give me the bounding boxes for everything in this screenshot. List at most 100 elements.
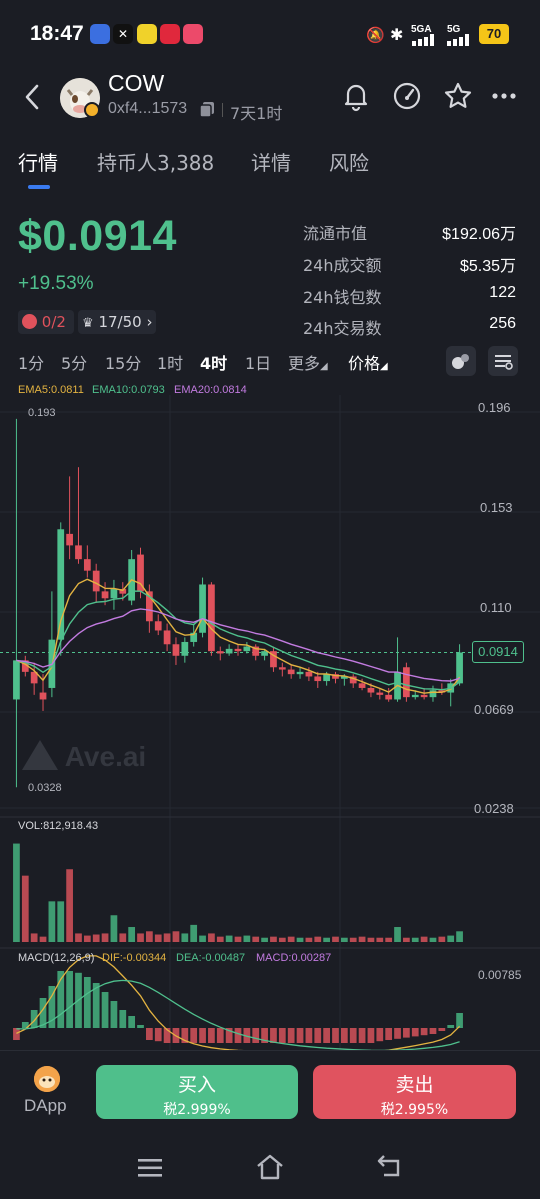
volume-bar	[270, 936, 277, 942]
candle-body	[225, 648, 233, 654]
buy-button[interactable]: 买入 税2.999%	[96, 1065, 298, 1119]
volume-bar	[75, 933, 82, 942]
dapp-icon[interactable]	[34, 1066, 60, 1092]
chevron-right-icon: ›	[146, 313, 153, 331]
volume-bar	[199, 935, 206, 942]
volume-bar	[137, 933, 144, 942]
crown-chip[interactable]: ♛ 17/50 ›	[78, 310, 156, 334]
interval-1h[interactable]: 1时	[157, 350, 183, 374]
app-notification-icon	[160, 24, 180, 44]
macd-bar	[403, 1028, 410, 1038]
volume-bar	[287, 936, 295, 942]
bag-chip[interactable]: 0/2	[18, 310, 74, 334]
macd-value-label: MACD:0.00287	[256, 952, 332, 964]
volume-bar	[216, 936, 224, 942]
bluetooth-icon: ✱	[390, 25, 404, 44]
macd-bar	[154, 1028, 162, 1042]
back-arrow-icon[interactable]	[20, 82, 46, 112]
volume-bar	[101, 933, 109, 942]
gauge-icon[interactable]	[391, 80, 423, 112]
star-icon[interactable]	[442, 80, 474, 112]
y-axis-label: 0.153	[480, 500, 513, 515]
sell-button-label: 卖出	[395, 1074, 434, 1096]
settings-icon	[495, 355, 513, 370]
interval-15m[interactable]: 15分	[105, 350, 141, 374]
home-icon[interactable]	[255, 1154, 285, 1180]
stat-label: 24h钱包数	[303, 288, 382, 307]
volume-bar	[420, 936, 428, 942]
macd-label: MACD(12,26,9)	[18, 952, 95, 964]
macd-bar	[128, 1016, 136, 1028]
interval-more[interactable]: 更多◢	[288, 350, 328, 374]
candle-body	[367, 687, 375, 693]
menu-icon[interactable]	[138, 1158, 162, 1178]
candle-body	[83, 559, 91, 571]
volume-bar	[66, 869, 73, 942]
dropdown-icon: ◢	[380, 361, 388, 372]
buy-tax: 税2.999%	[163, 1102, 231, 1118]
macd-bar	[287, 1028, 295, 1043]
volume-bar	[376, 937, 384, 942]
signal-icon	[447, 34, 469, 46]
price-dropdown[interactable]: 价格◢	[348, 350, 388, 374]
macd-bar	[358, 1028, 366, 1043]
macd-bar	[101, 992, 109, 1028]
status-bar: 18:47 ✕ 🔕 ✱ 5GA 5G 70	[0, 0, 540, 70]
current-price: $0.0914	[18, 212, 177, 260]
bell-icon[interactable]	[340, 80, 372, 112]
system-nav-bar	[0, 1140, 540, 1199]
interval-1m[interactable]: 1分	[18, 350, 44, 374]
interval-5m[interactable]: 5分	[61, 350, 87, 374]
macd-bar	[110, 1001, 118, 1028]
candle-body	[358, 683, 366, 688]
macd-bar	[208, 1028, 215, 1043]
macd-bar	[411, 1028, 419, 1037]
candle-body	[172, 644, 180, 656]
y-axis-label: 0.110	[480, 600, 512, 615]
more-icon[interactable]	[490, 80, 522, 112]
stat-label: 流通市值	[303, 224, 368, 243]
tab-risk[interactable]: 风险	[329, 147, 369, 176]
macd-bar	[234, 1028, 242, 1043]
sell-tax: 税2.995%	[380, 1102, 449, 1118]
tab-holders[interactable]: 持币人3,388	[97, 147, 214, 176]
macd-bar	[270, 1028, 277, 1043]
sell-button[interactable]: 卖出 税2.995%	[313, 1065, 516, 1119]
token-address: 0xf4...1573	[108, 100, 188, 117]
candle-body	[39, 692, 47, 700]
volume-bar	[332, 936, 339, 942]
volume-bar	[261, 937, 268, 942]
macd-bar	[30, 1010, 38, 1028]
macd-bar	[367, 1028, 375, 1043]
dea-label: DEA:-0.00487	[176, 952, 246, 964]
candle-body	[75, 545, 82, 560]
chart-settings-button[interactable]	[488, 346, 518, 376]
signal-icon	[412, 34, 434, 46]
tab-details[interactable]: 详情	[251, 147, 291, 176]
interval-1d[interactable]: 1日	[245, 350, 271, 374]
stat-label: 24h交易数	[303, 319, 382, 338]
status-time: 18:47	[30, 22, 84, 45]
candle-body	[376, 692, 384, 695]
volume-bar	[172, 931, 180, 942]
volume-bar	[314, 936, 322, 942]
macd-bar	[314, 1028, 322, 1043]
candle-body	[208, 584, 215, 652]
indicator-toggle-button[interactable]	[446, 346, 476, 376]
dapp-label[interactable]: DApp	[24, 1096, 67, 1116]
watermark: Ave.ai	[22, 740, 146, 773]
x-app-icon: ✕	[113, 24, 133, 44]
volume-bar	[305, 937, 313, 942]
interval-4h[interactable]: 4时	[200, 350, 227, 374]
candle-body	[181, 641, 189, 656]
volume-bar	[252, 936, 260, 942]
volume-bar	[349, 937, 357, 942]
ave-logo-icon	[22, 740, 58, 770]
back-nav-icon[interactable]	[376, 1155, 404, 1179]
copy-icon[interactable]	[199, 101, 215, 118]
macd-bar	[190, 1028, 198, 1043]
volume-bar	[429, 937, 437, 942]
tab-market[interactable]: 行情	[18, 147, 58, 176]
candle-body	[66, 533, 73, 546]
candle-body	[163, 630, 171, 645]
